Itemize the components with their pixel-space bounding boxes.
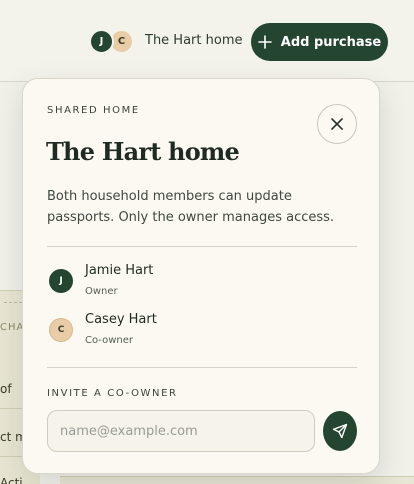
invite-label: INVITE A CO-OWNER xyxy=(47,388,178,399)
send-invite-button[interactable] xyxy=(323,411,357,451)
member-name: Casey Hart xyxy=(85,312,157,327)
avatar: J xyxy=(49,269,73,293)
close-icon xyxy=(331,118,343,130)
divider xyxy=(47,246,357,247)
background-panel xyxy=(60,476,414,484)
popover-eyebrow: SHARED HOME xyxy=(47,105,140,116)
member-role: Co-owner xyxy=(85,335,133,346)
popover-description: Both household members can update passpo… xyxy=(47,189,335,225)
background-row-text: of xyxy=(0,382,12,396)
avatar-jamie: J xyxy=(89,29,114,54)
send-icon xyxy=(332,423,348,439)
home-switcher-title[interactable]: The Hart home xyxy=(145,33,242,48)
divider xyxy=(47,367,357,368)
member-row-casey: C Casey Hart Co-owner xyxy=(47,312,357,352)
add-purchase-label: Add purchase xyxy=(280,34,382,50)
background-column-header: CHA xyxy=(0,322,25,333)
add-purchase-button[interactable]: Add purchase xyxy=(251,23,388,61)
close-button[interactable] xyxy=(317,104,357,144)
background-row-text: Acti xyxy=(0,476,23,484)
member-role: Owner xyxy=(85,286,118,297)
member-avatar-stack[interactable]: J C xyxy=(89,29,137,55)
member-row-jamie: J Jamie Hart Owner xyxy=(47,263,357,303)
plus-icon xyxy=(257,35,272,49)
popover-title: The Hart home xyxy=(46,137,240,166)
avatar: C xyxy=(49,318,73,342)
invite-email-input[interactable] xyxy=(47,410,315,452)
top-bar: J C The Hart home Add purchase xyxy=(0,0,414,82)
member-name: Jamie Hart xyxy=(85,263,154,278)
shared-home-popover: SHARED HOME The Hart home Both household… xyxy=(22,78,380,474)
